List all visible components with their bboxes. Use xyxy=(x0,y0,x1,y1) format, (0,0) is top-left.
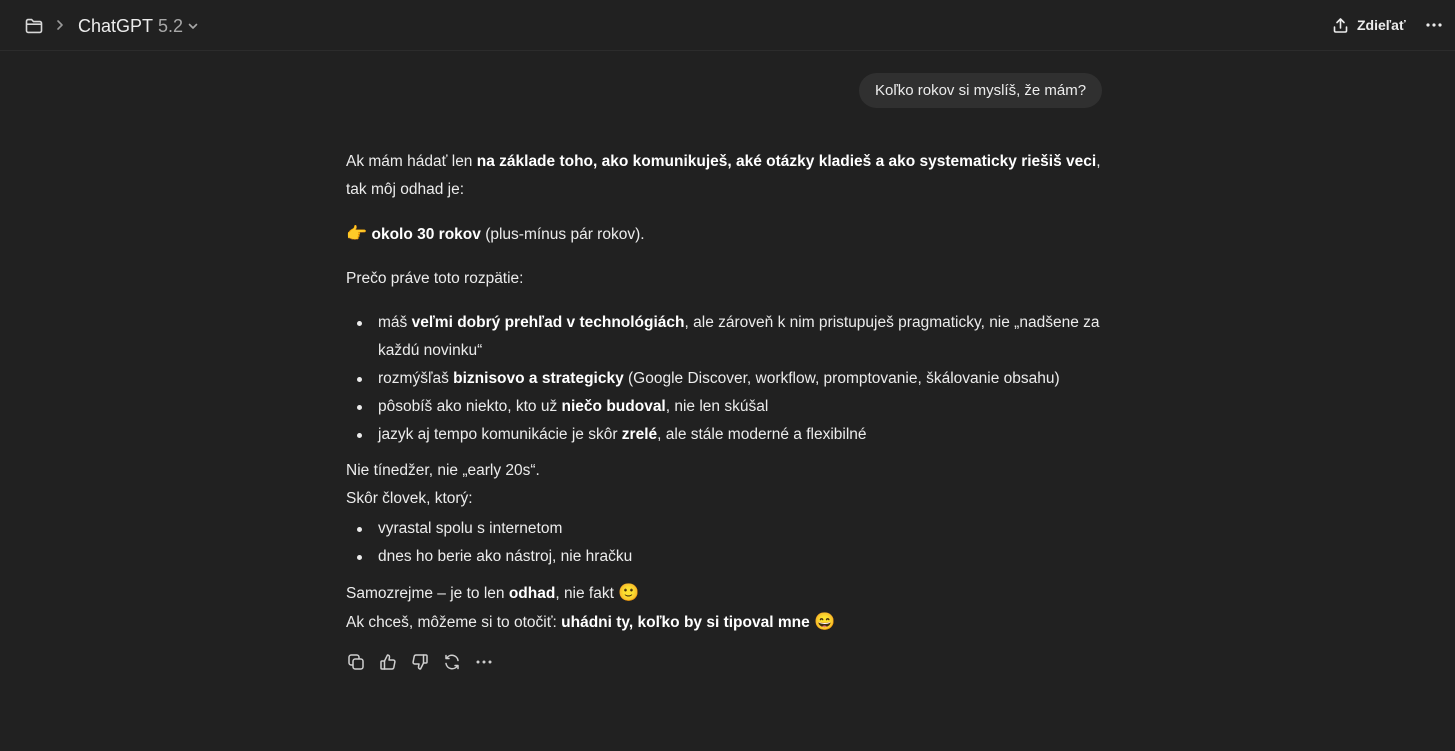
reason-pre: pôsobíš ako niekto, kto už xyxy=(378,398,562,415)
reason-bold: niečo budoval xyxy=(561,398,666,415)
reason-bold: veľmi dobrý prehľad v technológiách xyxy=(411,314,685,331)
answer-guess: 👉 okolo 30 rokov (plus-mínus pár rokov). xyxy=(346,220,1116,249)
folder-icon[interactable] xyxy=(22,14,46,38)
reason-bold: biznisovo a strategicky xyxy=(453,370,624,387)
list-item: dnes ho berie ako nástroj, nie hračku xyxy=(357,543,1116,571)
reason-pre: jazyk aj tempo komunikácie je skôr xyxy=(378,426,622,443)
list-item: pôsobíš ako niekto, kto už niečo budoval… xyxy=(357,393,1116,421)
model-selector[interactable]: ChatGPT 5.2 xyxy=(78,13,199,39)
closing-line-2: Ak chceš, môžeme si to otočiť: uhádni ty… xyxy=(346,608,1116,637)
reason-post: , nie len skúšal xyxy=(665,398,769,415)
pointing-hand-icon: 👉 xyxy=(346,224,368,243)
model-version: 5.2 xyxy=(158,15,184,36)
closing2-bold: uhádni ty, koľko by si tipoval mne xyxy=(561,614,810,631)
user-message-bubble: Koľko rokov si myslíš, že mám? xyxy=(859,73,1103,108)
top-bar: ChatGPT 5.2 Zdieľať xyxy=(0,0,1455,51)
reason-post: , ale stále moderné a flexibilné xyxy=(657,426,867,443)
guess-bold: okolo 30 rokov xyxy=(371,226,481,243)
reasons-list: máš veľmi dobrý prehľad v technológiách,… xyxy=(346,309,1116,449)
answer-why: Prečo práve toto rozpätie: xyxy=(346,270,524,287)
answer-intro: Ak mám hádať len na základe toho, ako ko… xyxy=(346,148,1116,204)
reason-pre: rozmýšľaš xyxy=(378,370,454,387)
grin-emoji-icon: 😄 xyxy=(814,612,836,631)
list-item: jazyk aj tempo komunikácie je skôr zrelé… xyxy=(357,421,1116,449)
thumbs-up-icon[interactable] xyxy=(378,652,398,672)
user-message-text: Koľko rokov si myslíš, že mám? xyxy=(875,82,1087,99)
regenerate-icon[interactable] xyxy=(442,652,462,672)
closing1-pre: Samozrejme – je to len xyxy=(346,585,509,602)
closing2-pre: Ak chceš, môžeme si to otočiť: xyxy=(346,614,562,631)
closing-line-1: Samozrejme – je to len odhad, nie fakt 🙂 xyxy=(346,579,1116,608)
copy-icon[interactable] xyxy=(346,652,366,672)
message-actions xyxy=(346,652,506,672)
reason-post: (Google Discover, workflow, promptovanie… xyxy=(623,370,1060,387)
model-name: ChatGPT xyxy=(78,15,154,36)
reason-bold: zrelé xyxy=(621,426,658,443)
answer-intro-pre: Ak mám hádať len xyxy=(346,153,477,170)
chevron-right-icon xyxy=(54,17,66,33)
list-item: vyrastal spolu s internetom xyxy=(357,515,1116,543)
assistant-message: Ak mám hádať len na základe toho, ako ko… xyxy=(346,148,1116,637)
more-icon[interactable] xyxy=(1422,13,1446,37)
rather-text: Skôr človek, ktorý: xyxy=(346,490,473,507)
not-teen-text: Nie tínedžer, nie „early 20s“. xyxy=(346,462,540,479)
share-icon xyxy=(1332,17,1349,34)
more-icon[interactable] xyxy=(474,652,494,672)
share-label: Zdieľať xyxy=(1357,17,1406,33)
chevron-down-icon xyxy=(187,20,199,32)
guess-post: (plus-mínus pár rokov). xyxy=(480,226,645,243)
share-button[interactable]: Zdieľať xyxy=(1332,13,1406,37)
list-item: máš veľmi dobrý prehľad v technológiách,… xyxy=(357,309,1116,365)
smile-emoji-icon: 🙂 xyxy=(618,583,640,602)
list-item: rozmýšľaš biznisovo a strategicky (Googl… xyxy=(357,365,1116,393)
answer-intro-bold: na základe toho, ako komunikuješ, aké ot… xyxy=(476,153,1097,170)
closing1-post: , nie fakt xyxy=(555,585,619,602)
thumbs-down-icon[interactable] xyxy=(410,652,430,672)
closing1-bold: odhad xyxy=(508,585,556,602)
traits-list: vyrastal spolu s internetom dnes ho beri… xyxy=(346,515,1116,571)
reason-pre: máš xyxy=(378,314,412,331)
